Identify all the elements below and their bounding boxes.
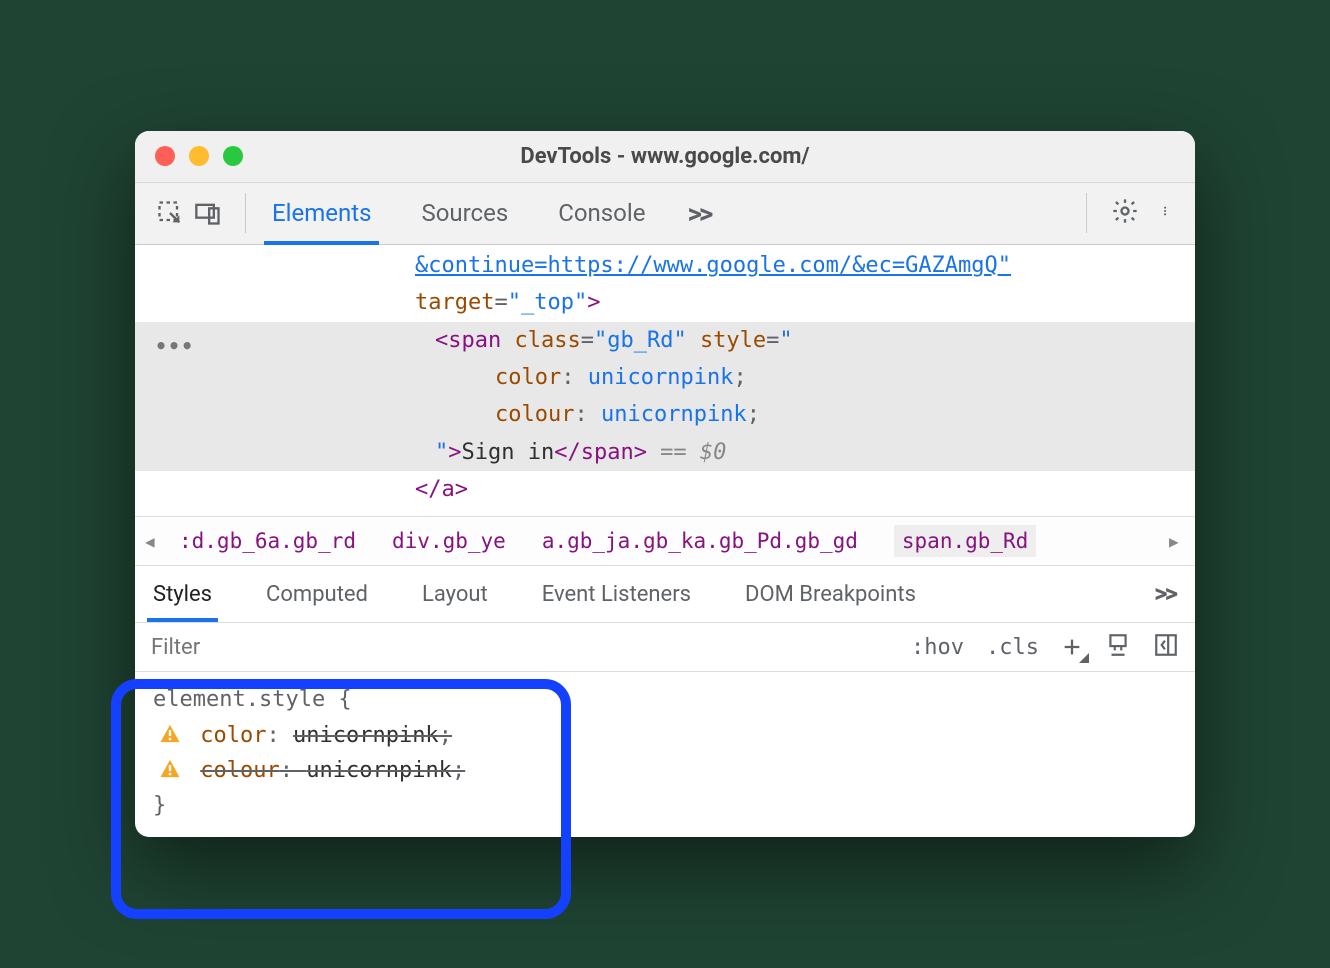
traffic-lights [155,146,243,166]
hov-toggle[interactable]: :hov [911,635,964,660]
tab-console[interactable]: Console [550,182,653,244]
subtab-computed[interactable]: Computed [260,566,374,622]
breadcrumb-item[interactable]: a.gb_ja.gb_ka.gb_Pd.gb_gd [542,529,858,553]
toolbar-divider [1086,193,1087,233]
dom-line-selected[interactable]: color: unicornpink; [135,359,1195,396]
toolbar-divider [245,193,246,233]
breadcrumb-item-selected[interactable]: span.gb_Rd [894,525,1036,557]
dom-line-selected[interactable]: ••• <span class="gb_Rd" style=" [135,322,1195,359]
more-icon[interactable] [1163,197,1173,229]
warning-icon [159,759,181,778]
computed-toggle-icon[interactable] [1153,632,1179,662]
breadcrumb-item[interactable]: :d.gb_6a.gb_rd [179,529,356,553]
device-toolbar-icon[interactable] [189,194,227,232]
subtab-dom-breakpoints[interactable]: DOM Breakpoints [739,566,922,622]
subtabs-overflow-icon[interactable]: >> [1154,579,1175,609]
dom-line[interactable]: &continue=https://www.google.com/&ec=GAZ… [135,247,1195,284]
dom-line-selected[interactable]: colour: unicornpink; [135,396,1195,433]
main-toolbar: Elements Sources Console >> [135,183,1195,245]
window-title: DevTools - www.google.com/ [135,144,1195,169]
styles-subtabs: Styles Computed Layout Event Listeners D… [135,566,1195,622]
subtab-styles[interactable]: Styles [147,566,218,622]
dom-line[interactable]: target="_top"> [135,284,1195,321]
styles-toolbar: :hov .cls [135,622,1195,672]
style-close-brace: } [153,788,1177,823]
tabs-overflow-icon[interactable]: >> [687,197,710,230]
devtools-window: DevTools - www.google.com/ Elements Sour… [135,131,1195,837]
style-declaration[interactable]: color: unicornpink; [153,718,1177,753]
dom-url-fragment: &continue=https://www.google.com/&ec=GAZ… [415,253,998,278]
breadcrumb-item[interactable]: div.gb_ye [392,529,506,553]
tab-elements[interactable]: Elements [264,182,379,244]
zoom-window-button[interactable] [223,146,243,166]
subtab-event-listeners[interactable]: Event Listeners [536,566,697,622]
style-selector-line[interactable]: element.style { [153,682,1177,717]
warning-icon [159,724,181,743]
dom-line-selected[interactable]: ">Sign in</span> == $0 [135,434,1195,471]
minimize-window-button[interactable] [189,146,209,166]
styles-rules-pane[interactable]: element.style { color: unicornpink; colo… [135,672,1195,837]
dom-breadcrumb[interactable]: ◀ :d.gb_6a.gb_rd div.gb_ye a.gb_ja.gb_ka… [135,516,1195,566]
style-declaration[interactable]: colour: unicornpink; [153,753,1177,788]
inspect-element-icon[interactable] [151,194,189,232]
dom-line[interactable]: </a> [135,471,1195,508]
breadcrumb-scroll-left-icon[interactable]: ◀ [145,532,161,551]
subtab-layout[interactable]: Layout [416,566,494,622]
cls-toggle[interactable]: .cls [986,635,1039,660]
styles-filter-input[interactable] [151,635,911,660]
elements-panel[interactable]: &continue=https://www.google.com/&ec=GAZ… [135,245,1195,517]
tab-sources[interactable]: Sources [413,182,516,244]
settings-icon[interactable] [1111,197,1139,229]
titlebar: DevTools - www.google.com/ [135,131,1195,183]
new-style-rule-icon[interactable] [1061,636,1083,658]
paint-flash-icon[interactable] [1105,632,1131,662]
expand-dots-icon[interactable]: ••• [155,329,194,363]
breadcrumb-scroll-right-icon[interactable]: ▶ [1169,532,1185,551]
close-window-button[interactable] [155,146,175,166]
